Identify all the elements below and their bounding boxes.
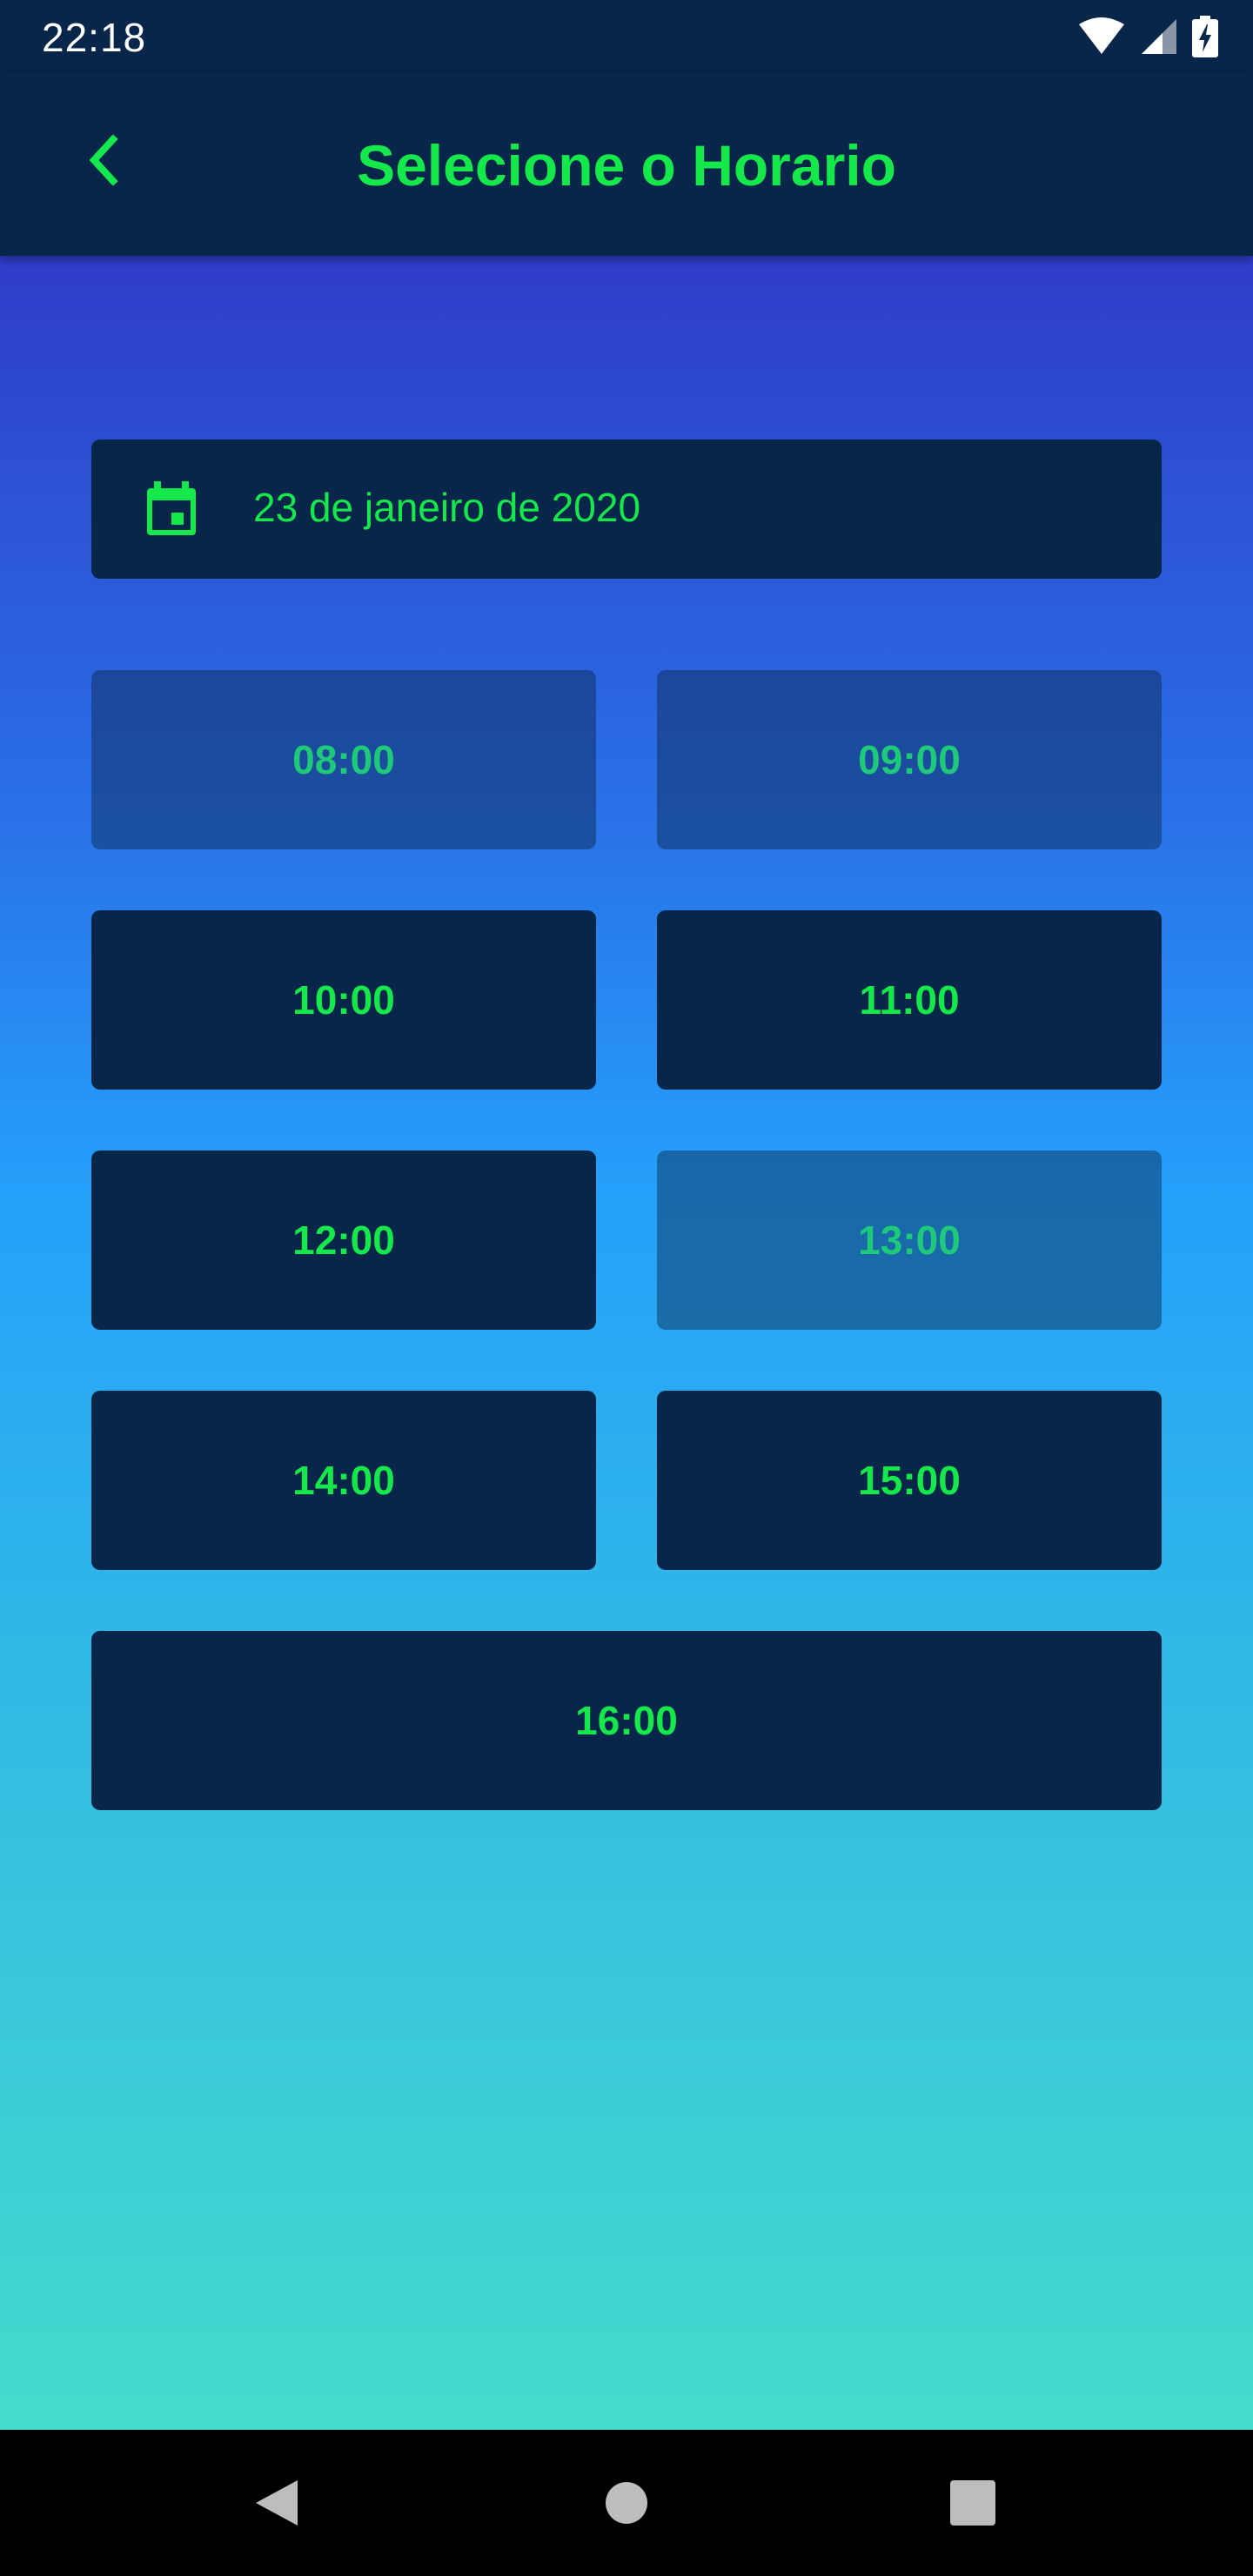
selected-date: 23 de janeiro de 2020 bbox=[253, 485, 641, 530]
time-slot-1500[interactable]: 15:00 bbox=[657, 1391, 1162, 1570]
time-slot-0800: 08:00 bbox=[91, 670, 596, 849]
calendar-icon bbox=[147, 481, 196, 535]
app-bar: Selecione o Horario bbox=[0, 73, 1253, 256]
time-slot-1300: 13:00 bbox=[657, 1150, 1162, 1330]
recents-square-icon bbox=[950, 2480, 995, 2526]
wifi-icon bbox=[1079, 17, 1124, 54]
signal-icon bbox=[1142, 19, 1176, 54]
time-slot-1100[interactable]: 11:00 bbox=[657, 910, 1162, 1090]
home-circle-icon bbox=[606, 2482, 647, 2524]
time-slot-1000[interactable]: 10:00 bbox=[91, 910, 596, 1090]
time-slot-1400[interactable]: 14:00 bbox=[91, 1391, 596, 1570]
time-slot-1200[interactable]: 12:00 bbox=[91, 1150, 596, 1330]
content-area: 23 de janeiro de 2020 08:00 09:00 10:00 … bbox=[0, 256, 1253, 2430]
nav-home-button[interactable] bbox=[599, 2475, 654, 2531]
battery-charging-icon bbox=[1192, 16, 1218, 57]
status-icons bbox=[1077, 14, 1218, 59]
page-title: Selecione o Horario bbox=[357, 133, 896, 198]
system-nav-bar bbox=[0, 2430, 1253, 2576]
nav-recents-button[interactable] bbox=[945, 2475, 1001, 2531]
nav-back-button[interactable] bbox=[249, 2475, 305, 2531]
time-slot-1600[interactable]: 16:00 bbox=[91, 1631, 1162, 1810]
time-slot-0900: 09:00 bbox=[657, 670, 1162, 849]
status-time: 22:18 bbox=[42, 15, 147, 60]
status-bar: 22:18 bbox=[0, 0, 1253, 73]
back-triangle-icon bbox=[256, 2480, 298, 2526]
screen: 22:18 Selecione o Horario 23 de janeiro … bbox=[0, 0, 1253, 2576]
date-picker-field[interactable]: 23 de janeiro de 2020 bbox=[91, 439, 1162, 579]
